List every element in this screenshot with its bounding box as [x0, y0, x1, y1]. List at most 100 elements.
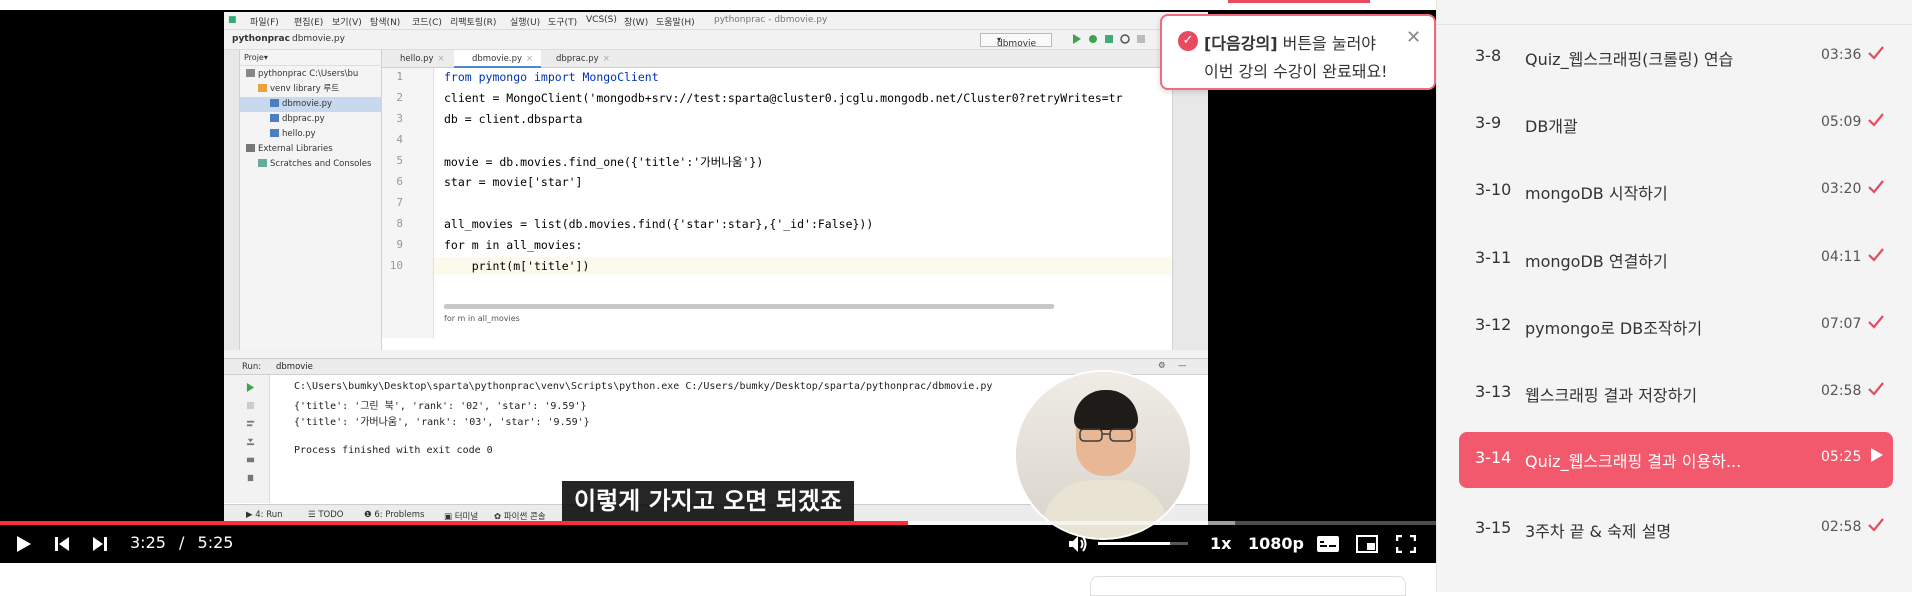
next-icon[interactable]: [92, 536, 108, 552]
play-icon[interactable]: [16, 535, 32, 553]
line-number: 10: [389, 259, 403, 272]
fullscreen-icon[interactable]: [1396, 535, 1416, 553]
bottom-tab-todo: ☰ TODO: [308, 510, 344, 520]
page-top-strip: [0, 0, 1436, 10]
ide-menu-item: 코드(C): [412, 18, 442, 28]
library-icon: [246, 144, 255, 152]
print-icon: [246, 457, 255, 463]
lesson-duration: 02:58: [1821, 519, 1862, 535]
ide-menu-item: VCS(S): [586, 15, 617, 25]
captions-icon[interactable]: [1316, 535, 1340, 553]
lesson-item[interactable]: 3-12 pymongo로 DB조작하기 07:07: [1459, 299, 1893, 355]
lesson-number: 3-12: [1475, 315, 1512, 334]
lesson-item[interactable]: 3-8 Quiz_웹스크래핑(크롤링) 연습 03:36: [1459, 30, 1893, 86]
folder-icon: [258, 84, 267, 92]
checkmark-icon: [1868, 180, 1884, 194]
editor-hscrollbar: [444, 304, 1054, 309]
code-line: movie = db.movies.find_one({'title':'가버나…: [444, 155, 764, 169]
lesson-sidebar: 3-8 Quiz_웹스크래핑(크롤링) 연습 03:36 3-9 DB개괄 05:09 3-…: [1436, 0, 1912, 592]
project-panel-header: Proje▾: [240, 50, 382, 66]
tree-item: venv library 루트: [240, 82, 382, 97]
lesson-title: Quiz_웹스크래핑(크롤링) 연습: [1525, 50, 1734, 69]
lesson-item[interactable]: 3-14 Quiz_웹스크래핑 결과 이용하... 05:25: [1459, 432, 1893, 488]
video-player[interactable]: ■ 파일(F) 편집(E) 보기(V) 탐색(N) 코드(C) 리팩토링(R) …: [0, 0, 1436, 563]
lesson-item[interactable]: 3-10 mongoDB 시작하기 03:20: [1459, 164, 1893, 220]
lesson-title: 웹스크래핑 결과 저장하기: [1525, 386, 1698, 405]
lesson-duration: 03:20: [1821, 181, 1862, 197]
breadcrumb-project: pythonprac: [232, 34, 290, 44]
sidebar-divider: [1437, 24, 1912, 25]
code-line: star = movie['star']: [444, 175, 583, 189]
player-controls: 3:25 / 5:25 1x 1080p: [0, 525, 1436, 563]
editor-tab: hello.py ×: [400, 54, 445, 64]
ide-menu-item: 탐색(N): [370, 18, 401, 28]
coverage-icon: [1105, 35, 1113, 43]
run-toolbar: [224, 375, 270, 503]
lesson-title: mongoDB 연결하기: [1525, 252, 1668, 271]
lesson-number: 3-15: [1475, 518, 1512, 537]
line-number: 4: [396, 133, 403, 146]
completion-notice: ✓ [다음강의] 버튼을 눌러야 이번 강의 수강이 완료돼요! ✕: [1160, 14, 1436, 90]
volume-icon[interactable]: [1068, 535, 1088, 553]
volume-slider[interactable]: [1098, 542, 1188, 545]
ide-right-strip: [1172, 50, 1208, 350]
previous-icon[interactable]: [54, 536, 70, 552]
tree-item: dbprac.py: [240, 112, 382, 127]
speed-button[interactable]: 1x: [1210, 534, 1231, 553]
time-display: 3:25 / 5:25: [130, 533, 233, 552]
debug-icon: [1089, 35, 1097, 43]
duration: 5:25: [197, 533, 234, 552]
console-line: {'title': '그린 북', 'rank': '02', 'star': …: [294, 401, 587, 412]
lesson-item[interactable]: 3-11 mongoDB 연결하기 04:11: [1459, 232, 1893, 288]
lesson-duration: 05:25: [1821, 449, 1862, 465]
lesson-item[interactable]: 3-13 웹스크래핑 결과 저장하기 02:58: [1459, 366, 1893, 422]
ide-window-title: pythonprac - dbmovie.py: [714, 15, 828, 25]
below-video-card: [1090, 576, 1406, 596]
project-panel: Proje▾ pythonprac C:\Users\bu venv libra…: [240, 50, 382, 350]
bottom-tab-run: ▶ 4: Run: [246, 510, 283, 520]
picture-in-picture-icon[interactable]: [1356, 535, 1378, 553]
lesson-duration: 07:07: [1821, 316, 1862, 332]
python-file-icon: [270, 99, 279, 107]
stop-icon: [1137, 35, 1145, 43]
rerun-icon: [246, 383, 255, 392]
profile-icon: [1120, 34, 1130, 44]
lesson-title: Quiz_웹스크래핑 결과 이용하...: [1525, 452, 1742, 471]
run-icon: [1073, 34, 1081, 44]
current-time: 3:25: [130, 533, 166, 552]
notice-close-icon[interactable]: ✕: [1406, 27, 1421, 48]
ide-menu-item: 도움말(H): [656, 18, 695, 28]
line-gutter: 1 2 3 4 5 6 7 8 9 10: [382, 68, 434, 338]
code-line: from pymongo import MongoClient: [444, 70, 659, 84]
lesson-duration: 05:09: [1821, 114, 1862, 130]
play-triangle-icon: [1871, 448, 1883, 462]
next-lesson-button-edge[interactable]: [1228, 0, 1370, 3]
run-settings-icon: ⚙: [1158, 361, 1166, 371]
lesson-item[interactable]: 3-9 DB개괄 05:09: [1459, 97, 1893, 153]
console-line: C:\Users\bumky\Desktop\sparta\pythonprac…: [294, 381, 993, 392]
checkmark-icon: [1868, 382, 1884, 396]
wrap-icon: [246, 420, 255, 427]
ide-menubar: ■ 파일(F) 편집(E) 보기(V) 탐색(N) 코드(C) 리팩토링(R) …: [224, 12, 1208, 30]
lesson-number: 3-8: [1475, 46, 1502, 65]
lesson-number: 3-14: [1475, 448, 1512, 467]
run-config-label: dbmovie: [997, 39, 1037, 49]
lesson-item[interactable]: 3-15 3주차 끝 & 숙제 설명 02:58: [1459, 502, 1893, 558]
ide-menu-item: 도구(T): [548, 18, 578, 28]
lesson-number: 3-9: [1475, 113, 1502, 132]
line-number: 3: [396, 112, 403, 125]
code-line: for m in all_movies:: [444, 238, 583, 252]
notice-line-1: [다음강의] 버튼을 눌러야: [1204, 34, 1377, 53]
volume-level: [1098, 542, 1170, 545]
run-config-select: dbmovie ▾: [980, 33, 1052, 49]
lesson-duration: 04:11: [1821, 249, 1862, 265]
code-editor: hello.py × dbmovie.py × dbprac.py × 1 2 3 4…: [382, 50, 1172, 350]
tree-item: Scratches and Consoles: [240, 157, 382, 172]
quality-button[interactable]: 1080p: [1248, 534, 1304, 553]
time-separator: /: [179, 533, 185, 552]
tree-item: pythonprac C:\Users\bu: [240, 67, 382, 82]
lesson-duration: 03:36: [1821, 47, 1862, 63]
line-number: 5: [396, 154, 403, 167]
lesson-title: pymongo로 DB조작하기: [1525, 319, 1703, 338]
notice-line-2: 이번 강의 수강이 완료돼요!: [1204, 62, 1388, 81]
